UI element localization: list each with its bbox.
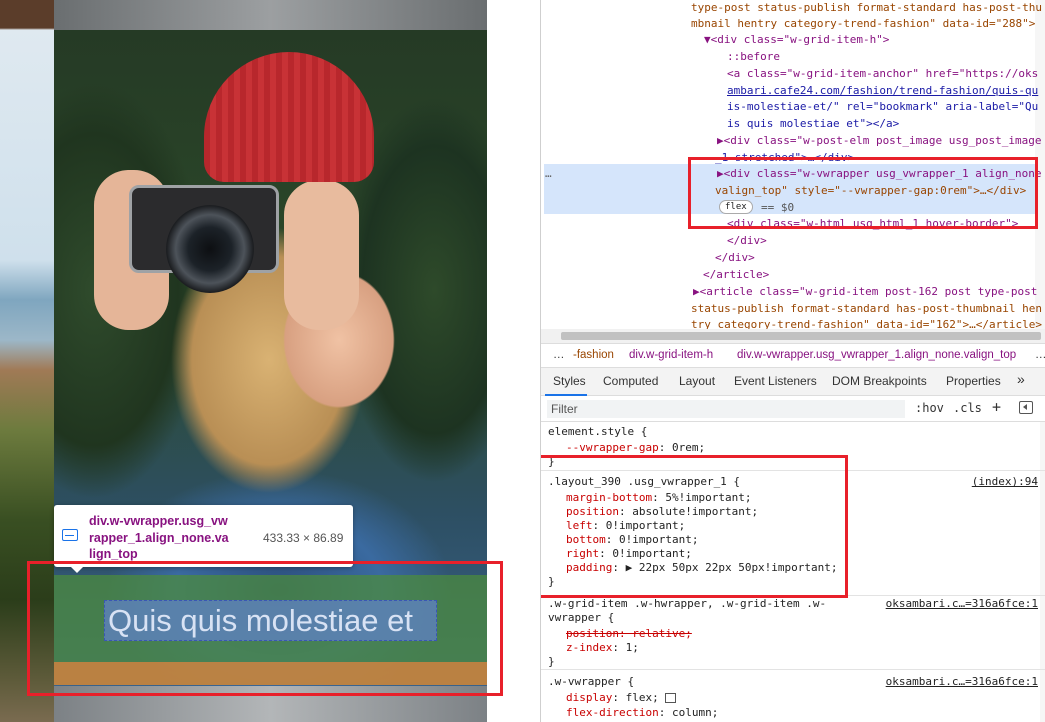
dom-line[interactable]: is-molestiae-et/" rel="bookmark" aria-la… [727, 99, 1038, 116]
flex-badge[interactable]: flex [719, 200, 753, 214]
dom-line[interactable]: try category-trend-fashion" data-id="162… [691, 317, 1042, 329]
breadcrumb-item-active[interactable]: div.w-vwrapper.usg_vwrapper_1.align_none… [737, 349, 1016, 361]
breadcrumb-more[interactable]: … [553, 349, 565, 361]
dom-line[interactable]: _1 stretched">…</div> [715, 150, 854, 167]
rule-declaration[interactable]: padding: ▶ 22px 50px 22px 50px!important… [566, 560, 838, 577]
class-toggle-button[interactable]: .cls [953, 401, 982, 415]
rule-source-link[interactable]: (index):94 [972, 474, 1038, 491]
dom-line[interactable]: ▼<div class="w-grid-item-h"> [704, 32, 889, 49]
dom-line[interactable]: is quis molestiae et"></a> [727, 116, 899, 133]
styles-toolbar: :hov .cls + [541, 396, 1045, 422]
flex-layout-icon [62, 529, 78, 541]
next-post-image-edge[interactable] [54, 686, 487, 722]
elements-vertical-scrollbar[interactable] [1035, 0, 1045, 329]
style-rule-layout390: .layout_390 .usg_vwrapper_1 { (index):94… [541, 474, 1045, 596]
rule-selector[interactable]: element.style { [548, 424, 647, 441]
breadcrumb-item[interactable]: div.w-grid-item-h [629, 349, 713, 361]
tooltip-arrow [70, 566, 84, 573]
post-title-link[interactable]: Quis quis molestiae et [108, 603, 438, 639]
breadcrumb: … -fashion div.w-grid-item-h div.w-vwrap… [541, 343, 1045, 368]
rule-close: } [548, 575, 555, 588]
rule-source-link[interactable]: oksambari.c…=316a6fce:1 [886, 674, 1038, 691]
tab-properties[interactable]: Properties [946, 374, 1001, 388]
post-image-woman-camera[interactable]: Quis quis molestiae et [54, 30, 487, 722]
rule-close: } [548, 455, 555, 468]
dom-line[interactable]: ambari.cafe24.com/fashion/trend-fashion/… [727, 83, 1038, 100]
style-rule-vwrapper: .w-vwrapper { oksambari.c…=316a6fce:1 di… [541, 674, 1045, 722]
rule-source-link[interactable]: oksambari.c…=316a6fce:1 [886, 596, 1038, 613]
rule-declaration[interactable]: z-index: 1; [566, 640, 639, 657]
photo-camera-lens [166, 205, 254, 293]
toggle-sidebar-icon[interactable] [1019, 401, 1033, 414]
dom-line[interactable]: ::before [727, 49, 780, 66]
styles-tabs: Styles Computed Layout Event Listeners D… [541, 368, 1045, 396]
style-rule-element: element.style { --vwrapper-gap: 0rem; } [541, 424, 1045, 471]
hover-state-button[interactable]: :hov [915, 401, 944, 415]
rule-declaration[interactable]: flex-direction: column; [566, 705, 718, 722]
styles-filter-input[interactable] [547, 400, 905, 418]
dom-line[interactable]: </div> [715, 250, 755, 267]
devtools-panel: type-post status-publish format-standard… [540, 0, 1045, 722]
dom-line-selected[interactable]: valign_top" style="--vwrapper-gap:0rem">… [715, 183, 1026, 200]
flexbox-editor-icon[interactable] [665, 693, 677, 703]
more-tabs-icon[interactable]: » [1017, 371, 1025, 387]
rule-selector[interactable]: vwrapper { [548, 610, 614, 627]
tab-dom-breakpoints[interactable]: DOM Breakpoints [832, 374, 927, 388]
elements-tree[interactable]: type-post status-publish format-standard… [541, 0, 1045, 329]
rule-close: } [548, 655, 555, 668]
dom-line[interactable]: <div class="w-html usg_html_1 hover-bord… [727, 216, 1018, 233]
dom-line[interactable]: ▶<div class="w-post-elm post_image usg_p… [717, 133, 1042, 150]
inspect-margin-highlight [54, 662, 487, 685]
tooltip-size: 433.33 × 86.89 [263, 531, 344, 545]
dom-line[interactable]: </div> [727, 233, 767, 250]
dom-line[interactable]: </article> [703, 267, 769, 284]
photo-red-hat [204, 52, 374, 182]
tooltip-selector: div.w-vwrapper.usg_vwrapper_1.align_none… [89, 514, 229, 561]
previous-post-image-edge[interactable] [54, 0, 487, 30]
tab-layout[interactable]: Layout [679, 374, 715, 388]
dom-line-selected[interactable]: ▶<div class="w-vwrapper usg_vwrapper_1 a… [717, 166, 1042, 183]
tab-styles[interactable]: Styles [553, 374, 586, 388]
tab-computed[interactable]: Computed [603, 374, 658, 388]
photo-hand-right [284, 180, 359, 330]
dom-line[interactable]: mbnail hentry category-trend-fashion" da… [691, 16, 1035, 33]
node-more-actions[interactable]: … [545, 166, 552, 183]
rule-selector[interactable]: .layout_390 .usg_vwrapper_1 { [548, 474, 740, 491]
dom-line[interactable]: type-post status-publish format-standard… [691, 0, 1042, 17]
new-rule-button[interactable]: + [992, 398, 1001, 416]
rule-declaration[interactable]: --vwrapper-gap: 0rem; [566, 440, 705, 457]
dom-line[interactable]: ▶<article class="w-grid-item post-162 po… [693, 284, 1037, 301]
breadcrumb-more[interactable]: … [1035, 349, 1045, 361]
dom-selected-marker: == $0 [761, 201, 795, 214]
dom-line[interactable]: status-publish format-standard has-post-… [691, 301, 1042, 318]
adjacent-post-image[interactable] [0, 0, 54, 722]
webpage-viewport: Quis quis molestiae et div.w-vwrapper.us… [0, 0, 540, 722]
tab-event-listeners[interactable]: Event Listeners [734, 374, 817, 388]
dom-line[interactable]: <a class="w-grid-item-anchor" href="http… [727, 66, 1038, 83]
rule-selector[interactable]: .w-vwrapper { [548, 674, 634, 691]
scrollbar-thumb[interactable] [561, 332, 1041, 340]
breadcrumb-item[interactable]: -fashion [573, 349, 614, 361]
style-rule-grid-item: .w-grid-item .w-hwrapper, .w-grid-item .… [541, 596, 1045, 670]
inspect-tooltip: div.w-vwrapper.usg_vwrapper_1.align_none… [54, 505, 353, 573]
